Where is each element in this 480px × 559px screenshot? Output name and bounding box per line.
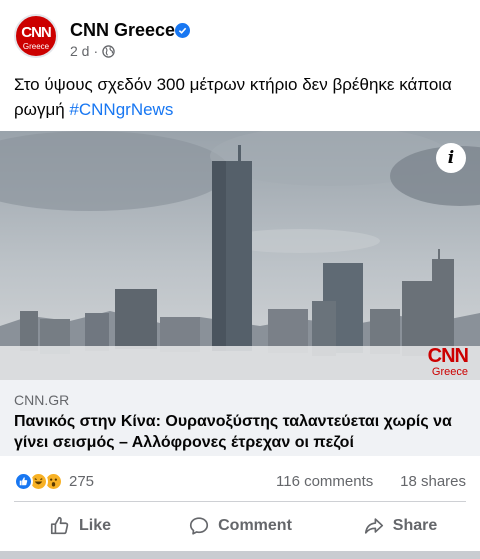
engagement-stats: 275 116 comments 18 shares <box>0 462 480 500</box>
share-button[interactable]: Share <box>320 503 480 549</box>
link-domain: CNN.GR <box>14 392 70 408</box>
post-header: CNN Greece CNN Greece 2 d · <box>0 0 480 64</box>
divider <box>14 501 466 502</box>
link-preview-image[interactable]: i CNN Greece <box>0 131 480 380</box>
post-meta: 2 d · <box>70 43 115 59</box>
reactions-summary[interactable]: 275 <box>14 470 94 492</box>
comment-icon <box>190 517 209 535</box>
comment-label: Comment <box>218 517 292 534</box>
like-icon <box>50 516 69 535</box>
like-button[interactable]: Like <box>0 503 160 549</box>
link-title[interactable]: Πανικός στην Κίνα: Ουρανοξύστης ταλαντεύ… <box>14 411 474 453</box>
cnn-watermark: CNN Greece <box>427 345 469 378</box>
action-bar: Like Comment Share <box>0 503 480 549</box>
share-label: Share <box>392 517 438 534</box>
share-icon <box>364 518 383 534</box>
info-icon[interactable]: i <box>436 143 466 173</box>
like-reaction-icon <box>14 471 33 491</box>
comment-button[interactable]: Comment <box>160 503 320 549</box>
avatar-logo-subtext: Greece <box>22 42 50 51</box>
page-name[interactable]: CNN Greece <box>70 20 175 41</box>
shares-count[interactable]: 18 shares <box>400 473 466 490</box>
skyline-photo <box>0 131 480 380</box>
globe-icon <box>102 44 115 58</box>
post-time[interactable]: 2 d <box>70 43 89 59</box>
hashtag-link[interactable]: #CNNgrNews <box>69 100 173 119</box>
reaction-count: 275 <box>69 472 95 490</box>
post-text: Στο ύψους σχεδόν 300 μέτρων κτήριο δεν β… <box>14 72 464 122</box>
page-avatar[interactable]: CNN Greece <box>14 14 58 58</box>
comments-count[interactable]: 116 comments <box>276 473 373 490</box>
feed-separator <box>0 551 480 559</box>
like-label: Like <box>78 517 111 534</box>
link-caption[interactable]: CNN.GR Πανικός στην Κίνα: Ουρανοξύστης τ… <box>0 380 480 456</box>
watermark-subtext: Greece <box>431 366 468 378</box>
watermark-logo: CNN <box>427 345 469 367</box>
verified-icon <box>175 23 190 38</box>
meta-separator: · <box>93 43 99 59</box>
avatar-logo-text: CNN <box>21 24 52 41</box>
